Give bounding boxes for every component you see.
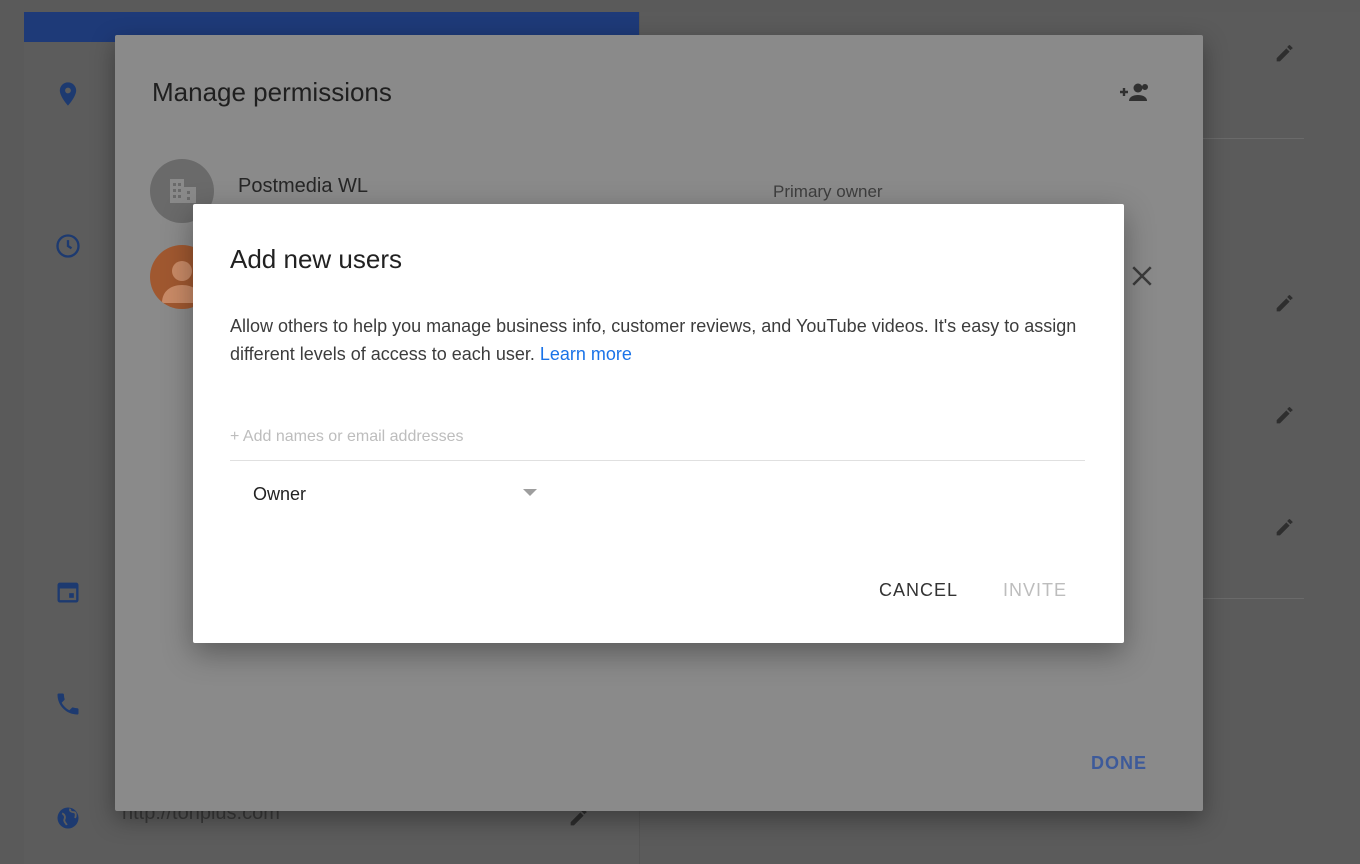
dialog-title: Manage permissions	[152, 77, 392, 107]
add-names-input[interactable]	[230, 414, 1085, 461]
clock-icon	[54, 232, 82, 260]
location-pin-icon	[54, 80, 82, 108]
owner-name: Postmedia WL	[238, 175, 369, 197]
learn-more-link[interactable]: Learn more	[540, 344, 632, 364]
done-button[interactable]: DONE	[1085, 749, 1153, 778]
edit-pencil-icon[interactable]	[1272, 288, 1300, 316]
edit-pencil-icon[interactable]	[1272, 400, 1300, 428]
calendar-icon	[54, 578, 82, 606]
remove-user-close-icon[interactable]	[1127, 261, 1157, 291]
role-selected-value: Owner	[253, 483, 307, 504]
dialog-title: Add new users	[230, 244, 402, 274]
dropdown-caret-icon	[523, 489, 537, 496]
edit-pencil-icon[interactable]	[1272, 512, 1300, 540]
dialog-description: Allow others to help you manage business…	[230, 312, 1090, 368]
owner-role: Primary owner	[773, 182, 883, 201]
role-dropdown[interactable]: Owner	[253, 479, 543, 509]
divider	[1200, 598, 1304, 599]
edit-pencil-icon[interactable]	[1272, 38, 1300, 66]
invite-button[interactable]: INVITE	[997, 576, 1073, 605]
description-text: Allow others to help you manage business…	[230, 316, 1077, 364]
phone-icon	[54, 690, 82, 718]
divider	[1200, 138, 1304, 139]
cancel-button[interactable]: CANCEL	[873, 576, 964, 605]
add-new-users-dialog: Add new users Allow others to help you m…	[193, 204, 1124, 643]
add-user-icon[interactable]	[1117, 79, 1151, 105]
globe-icon	[54, 804, 82, 832]
